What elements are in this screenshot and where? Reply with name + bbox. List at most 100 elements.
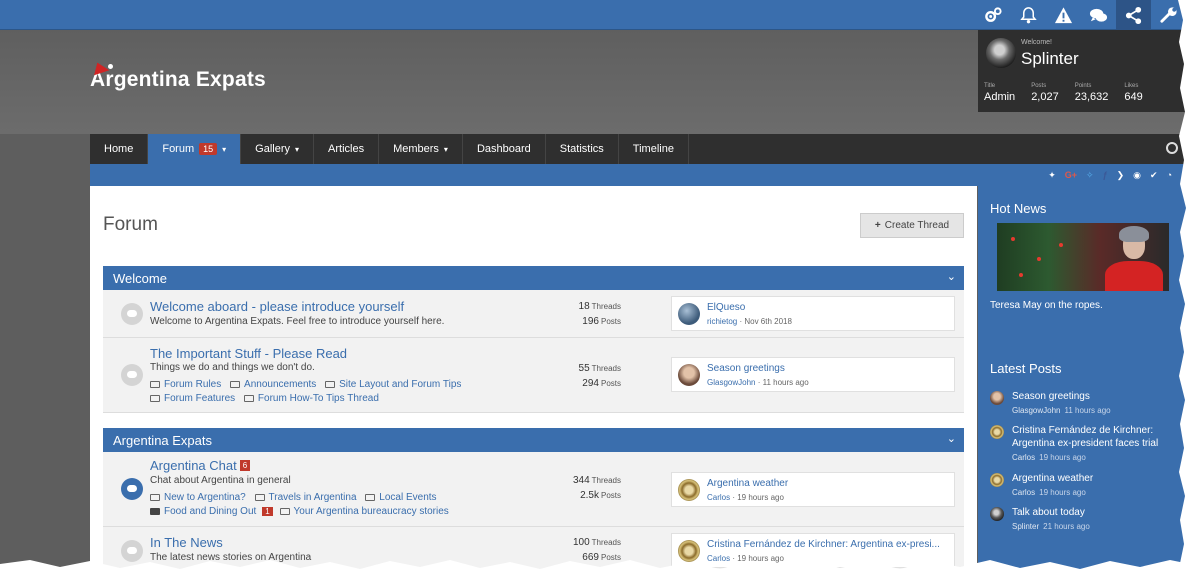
last-post-title[interactable]: Cristina Fernández de Kirchner: Argentin… xyxy=(707,539,947,550)
photo-figure-coat xyxy=(1105,261,1163,291)
subforum-link[interactable]: Food and Dining Out xyxy=(150,506,256,517)
chevron-right-icon[interactable]: ❯ xyxy=(1117,169,1125,181)
username[interactable]: Splinter xyxy=(1021,49,1079,69)
nav-home[interactable]: Home xyxy=(90,134,149,164)
forum-row: Welcome aboard - please introduce yourse… xyxy=(103,290,964,338)
last-post-author[interactable]: Carlos xyxy=(707,493,730,502)
category-header-welcome[interactable]: Welcome ⌄ xyxy=(103,266,964,290)
latest-post-item[interactable]: Cristina Fernández de Kirchner: Argentin… xyxy=(990,424,1180,462)
avatar[interactable] xyxy=(678,303,700,325)
latest-posts-heading: Latest Posts xyxy=(990,361,1062,376)
latest-post-title[interactable]: Cristina Fernández de Kirchner: Argentin… xyxy=(1012,424,1180,450)
latest-post-author[interactable]: GlasgowJohn xyxy=(1012,406,1060,415)
avatar[interactable] xyxy=(678,479,700,501)
nav-members[interactable]: Members ▾ xyxy=(379,134,463,164)
welcome-text: Welcome! xyxy=(1021,39,1052,46)
threads-label: Threads xyxy=(591,364,621,373)
category-header-argentina-expats[interactable]: Argentina Expats ⌄ xyxy=(103,428,964,452)
chevron-down-icon[interactable]: ⌄ xyxy=(947,270,956,283)
latest-post-title[interactable]: Talk about today xyxy=(1012,506,1180,519)
pin-icon[interactable]: ✦ xyxy=(1048,169,1056,181)
last-post-title[interactable]: Season greetings xyxy=(707,363,947,374)
last-post-author[interactable]: GlasgowJohn xyxy=(707,378,755,387)
post-count: 2.5k xyxy=(580,490,599,501)
subforum-link[interactable]: Local Events xyxy=(365,492,437,503)
chevron-down-icon[interactable]: ⌄ xyxy=(947,432,956,445)
forum-title[interactable]: In The News xyxy=(150,535,223,550)
ornament xyxy=(1037,257,1041,261)
twitter-icon[interactable]: ✧ xyxy=(1086,169,1094,181)
subforum-link[interactable]: Travels in Argentina xyxy=(254,492,357,503)
stat-label: Likes xyxy=(1124,83,1139,89)
create-thread-button[interactable]: + Create Thread xyxy=(860,213,964,238)
subforum-link[interactable]: Forum How-To Tips Thread xyxy=(243,393,379,404)
ornament xyxy=(1019,273,1023,277)
latest-post-author[interactable]: Splinter xyxy=(1012,522,1039,531)
latest-post-meta: Carlos 19 hours ago xyxy=(1012,453,1180,462)
thread-count: 18 xyxy=(578,301,590,312)
forum-unread-icon xyxy=(121,478,143,500)
latest-post-author[interactable]: Carlos xyxy=(1012,488,1035,497)
share-icon[interactable] xyxy=(1116,0,1151,30)
subforum-link[interactable]: Your Argentina bureaucracy stories xyxy=(279,506,449,517)
cogs-icon[interactable] xyxy=(976,0,1011,30)
last-post-author[interactable]: richietog xyxy=(707,317,737,326)
avatar[interactable] xyxy=(990,391,1004,405)
latest-post-item[interactable]: Argentina weather Carlos 19 hours ago xyxy=(990,472,1180,497)
stat-label: Posts xyxy=(1031,83,1047,89)
bell-icon[interactable] xyxy=(1011,0,1046,30)
googleplus-icon[interactable]: G+ xyxy=(1065,169,1077,181)
subforum-link[interactable]: Forum Features xyxy=(150,393,235,404)
folder-icon xyxy=(365,494,376,501)
plus-icon: + xyxy=(874,220,881,231)
hot-news-image[interactable] xyxy=(997,223,1169,291)
torn-edge-bottom xyxy=(0,560,1200,584)
latest-post-title[interactable]: Season greetings xyxy=(1012,390,1180,403)
latest-post-author[interactable]: Carlos xyxy=(1012,453,1035,462)
stat-value: 649 xyxy=(1124,91,1143,103)
nav-timeline[interactable]: Timeline xyxy=(619,134,689,164)
nav-statistics[interactable]: Statistics xyxy=(546,134,619,164)
user-stat-points: Points 23,632 xyxy=(1075,83,1109,103)
avatar[interactable] xyxy=(990,425,1004,439)
avatar[interactable] xyxy=(990,473,1004,487)
subforum-link[interactable]: Site Layout and Forum Tips xyxy=(325,379,461,390)
user-avatar[interactable] xyxy=(986,38,1016,68)
latest-post-title[interactable]: Argentina weather xyxy=(1012,472,1180,485)
nav-label: Statistics xyxy=(559,143,604,155)
forum-title[interactable]: Welcome aboard - please introduce yourse… xyxy=(150,299,404,314)
forum-title[interactable]: The Important Stuff - Please Read xyxy=(150,346,347,361)
forum-title[interactable]: Argentina Chat 6 xyxy=(150,458,251,473)
eye-icon[interactable]: ◉ xyxy=(1133,169,1141,181)
facebook-icon[interactable]: ƒ xyxy=(1103,169,1108,181)
rss-icon[interactable]: ◔ xyxy=(1167,169,1172,181)
latest-post-item[interactable]: Season greetings GlasgowJohn 11 hours ago xyxy=(990,390,1180,415)
posts-label: Posts xyxy=(600,491,621,500)
subforum-label: Announcements xyxy=(244,379,317,390)
forum-counts: 344 Threads 2.5k Posts xyxy=(543,475,621,505)
nav-dashboard[interactable]: Dashboard xyxy=(463,134,546,164)
last-post-title[interactable]: ElQueso xyxy=(707,302,947,313)
check-icon[interactable]: ✔ xyxy=(1150,169,1158,181)
avatar[interactable] xyxy=(678,364,700,386)
last-post: ElQueso richietog · Nov 6th 2018 xyxy=(671,296,955,331)
nav-label: Timeline xyxy=(632,143,674,155)
latest-post-item[interactable]: Talk about today Splinter 21 hours ago xyxy=(990,506,1180,531)
search-icon[interactable] xyxy=(1166,142,1178,154)
folder-icon xyxy=(150,508,160,515)
last-post-title[interactable]: Argentina weather xyxy=(707,478,947,489)
subforum-link[interactable]: New to Argentina? xyxy=(150,492,246,503)
chat-icon[interactable] xyxy=(1081,0,1116,30)
subforum-links: Food and Dining Out 1 Your Argentina bure… xyxy=(150,506,455,517)
nav-articles[interactable]: Articles xyxy=(314,134,380,164)
nav-gallery[interactable]: Gallery ▾ xyxy=(241,134,315,164)
warning-icon[interactable] xyxy=(1046,0,1081,30)
last-post-meta: GlasgowJohn · 11 hours ago xyxy=(707,378,809,387)
hot-news-caption[interactable]: Teresa May on the ropes. xyxy=(990,300,1103,311)
site-logo[interactable]: Argentina Expats xyxy=(90,68,266,92)
nav-label: Members xyxy=(393,143,439,155)
nav-forum[interactable]: Forum 15 ▾ xyxy=(148,134,242,164)
avatar[interactable] xyxy=(990,507,1004,521)
subforum-link[interactable]: Forum Rules xyxy=(150,379,221,390)
subforum-link[interactable]: Announcements xyxy=(230,379,316,390)
